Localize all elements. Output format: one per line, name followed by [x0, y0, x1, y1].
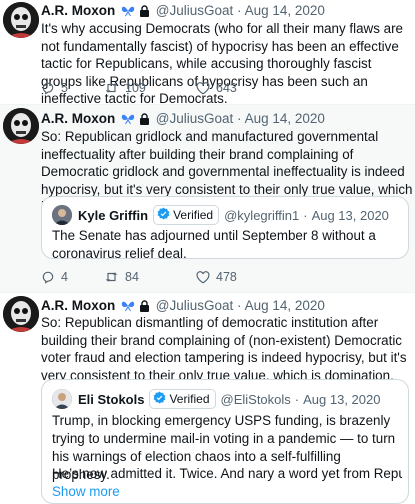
retweet-icon [104, 270, 119, 284]
separator: · [237, 3, 242, 18]
tweet-1[interactable]: A.R. Moxon @JuliusGoat · Aug 14, 2020 It… [0, 0, 415, 106]
author-name[interactable]: A.R. Moxon [41, 111, 115, 126]
like-button[interactable]: 643 [196, 81, 237, 95]
author-name[interactable]: A.R. Moxon [41, 3, 115, 18]
tweet-date[interactable]: Aug 14, 2020 [245, 3, 325, 18]
like-icon [196, 81, 210, 95]
reply-count: 4 [61, 270, 68, 284]
quote-text: The Senate has adjourned until September… [52, 228, 376, 261]
quote-avatar [52, 389, 72, 409]
lock-icon [139, 300, 150, 315]
author-handle[interactable]: @JuliusGoat [156, 3, 234, 18]
show-more-link[interactable]: Show more [52, 483, 402, 501]
quote-text-continued: He’s now admitted it. Twice. And nary a … [52, 466, 402, 481]
reply-icon [41, 81, 55, 95]
verified-badge-icon [157, 207, 170, 223]
quote-avatar [52, 205, 72, 225]
tweet-3[interactable]: A.R. Moxon @JuliusGoat · Aug 14, 2020 So… [0, 292, 415, 504]
verified-badge-icon [153, 391, 166, 407]
retweet-icon [104, 81, 119, 95]
author-avatar[interactable] [3, 108, 39, 144]
reply-icon [41, 270, 55, 284]
quoted-tweet[interactable]: Kyle Griffin Verified @kylegriffin1 · Au… [41, 196, 409, 261]
verified-label: Verified [169, 392, 210, 406]
reply-button[interactable]: 5 [41, 81, 68, 95]
quote-author-name: Eli Stokols [78, 391, 145, 407]
quote-header: Kyle Griffin Verified @kylegriffin1 · Au… [52, 205, 389, 225]
retweet-button[interactable]: 84 [104, 270, 139, 284]
butterfly-icon [121, 113, 135, 128]
retweet-count: 109 [125, 81, 146, 95]
separator: · [303, 207, 308, 223]
verified-badge: Verified [153, 205, 220, 225]
tweet-header: A.R. Moxon @JuliusGoat · Aug 14, 2020 [41, 298, 325, 315]
reply-count: 5 [61, 81, 68, 95]
like-count: 643 [216, 81, 237, 95]
verified-label: Verified [173, 208, 214, 222]
quote-author-handle: @kylegriffin1 [224, 207, 300, 223]
tweet-header: A.R. Moxon @JuliusGoat · Aug 14, 2020 [41, 111, 325, 128]
separator: · [294, 391, 300, 407]
quoted-tweet[interactable]: Eli Stokols Verified @EliStokols · Aug 1… [41, 379, 409, 504]
separator: · [237, 298, 242, 313]
tweet-date[interactable]: Aug 14, 2020 [245, 298, 325, 313]
verified-badge: Verified [149, 389, 216, 409]
reply-button[interactable]: 4 [41, 270, 68, 284]
author-avatar[interactable] [3, 296, 39, 332]
butterfly-icon [121, 5, 135, 20]
like-button[interactable]: 478 [196, 270, 237, 284]
like-icon [196, 270, 210, 284]
author-handle[interactable]: @JuliusGoat [156, 111, 234, 126]
tweet-2[interactable]: A.R. Moxon @JuliusGoat · Aug 14, 2020 So… [0, 104, 415, 292]
retweet-count: 84 [125, 270, 139, 284]
lock-icon [139, 5, 150, 20]
quote-header: Eli Stokols Verified @EliStokols · Aug 1… [52, 389, 380, 409]
tweet-header: A.R. Moxon @JuliusGoat · Aug 14, 2020 [41, 3, 325, 20]
tweet-text: So: Republican dismantling of democratic… [41, 315, 407, 383]
like-count: 478 [216, 270, 237, 284]
butterfly-icon [121, 300, 135, 315]
quote-date: Aug 13, 2020 [303, 391, 381, 407]
author-avatar[interactable] [3, 2, 39, 38]
quote-author-name: Kyle Griffin [78, 207, 149, 223]
quote-author-handle: @EliStokols [220, 391, 291, 407]
author-handle[interactable]: @JuliusGoat [156, 298, 234, 313]
tweet-date[interactable]: Aug 14, 2020 [245, 111, 325, 126]
separator: · [237, 111, 242, 126]
author-name[interactable]: A.R. Moxon [41, 298, 115, 313]
lock-icon [139, 113, 150, 128]
retweet-button[interactable]: 109 [104, 81, 146, 95]
quote-date: Aug 13, 2020 [311, 207, 389, 223]
